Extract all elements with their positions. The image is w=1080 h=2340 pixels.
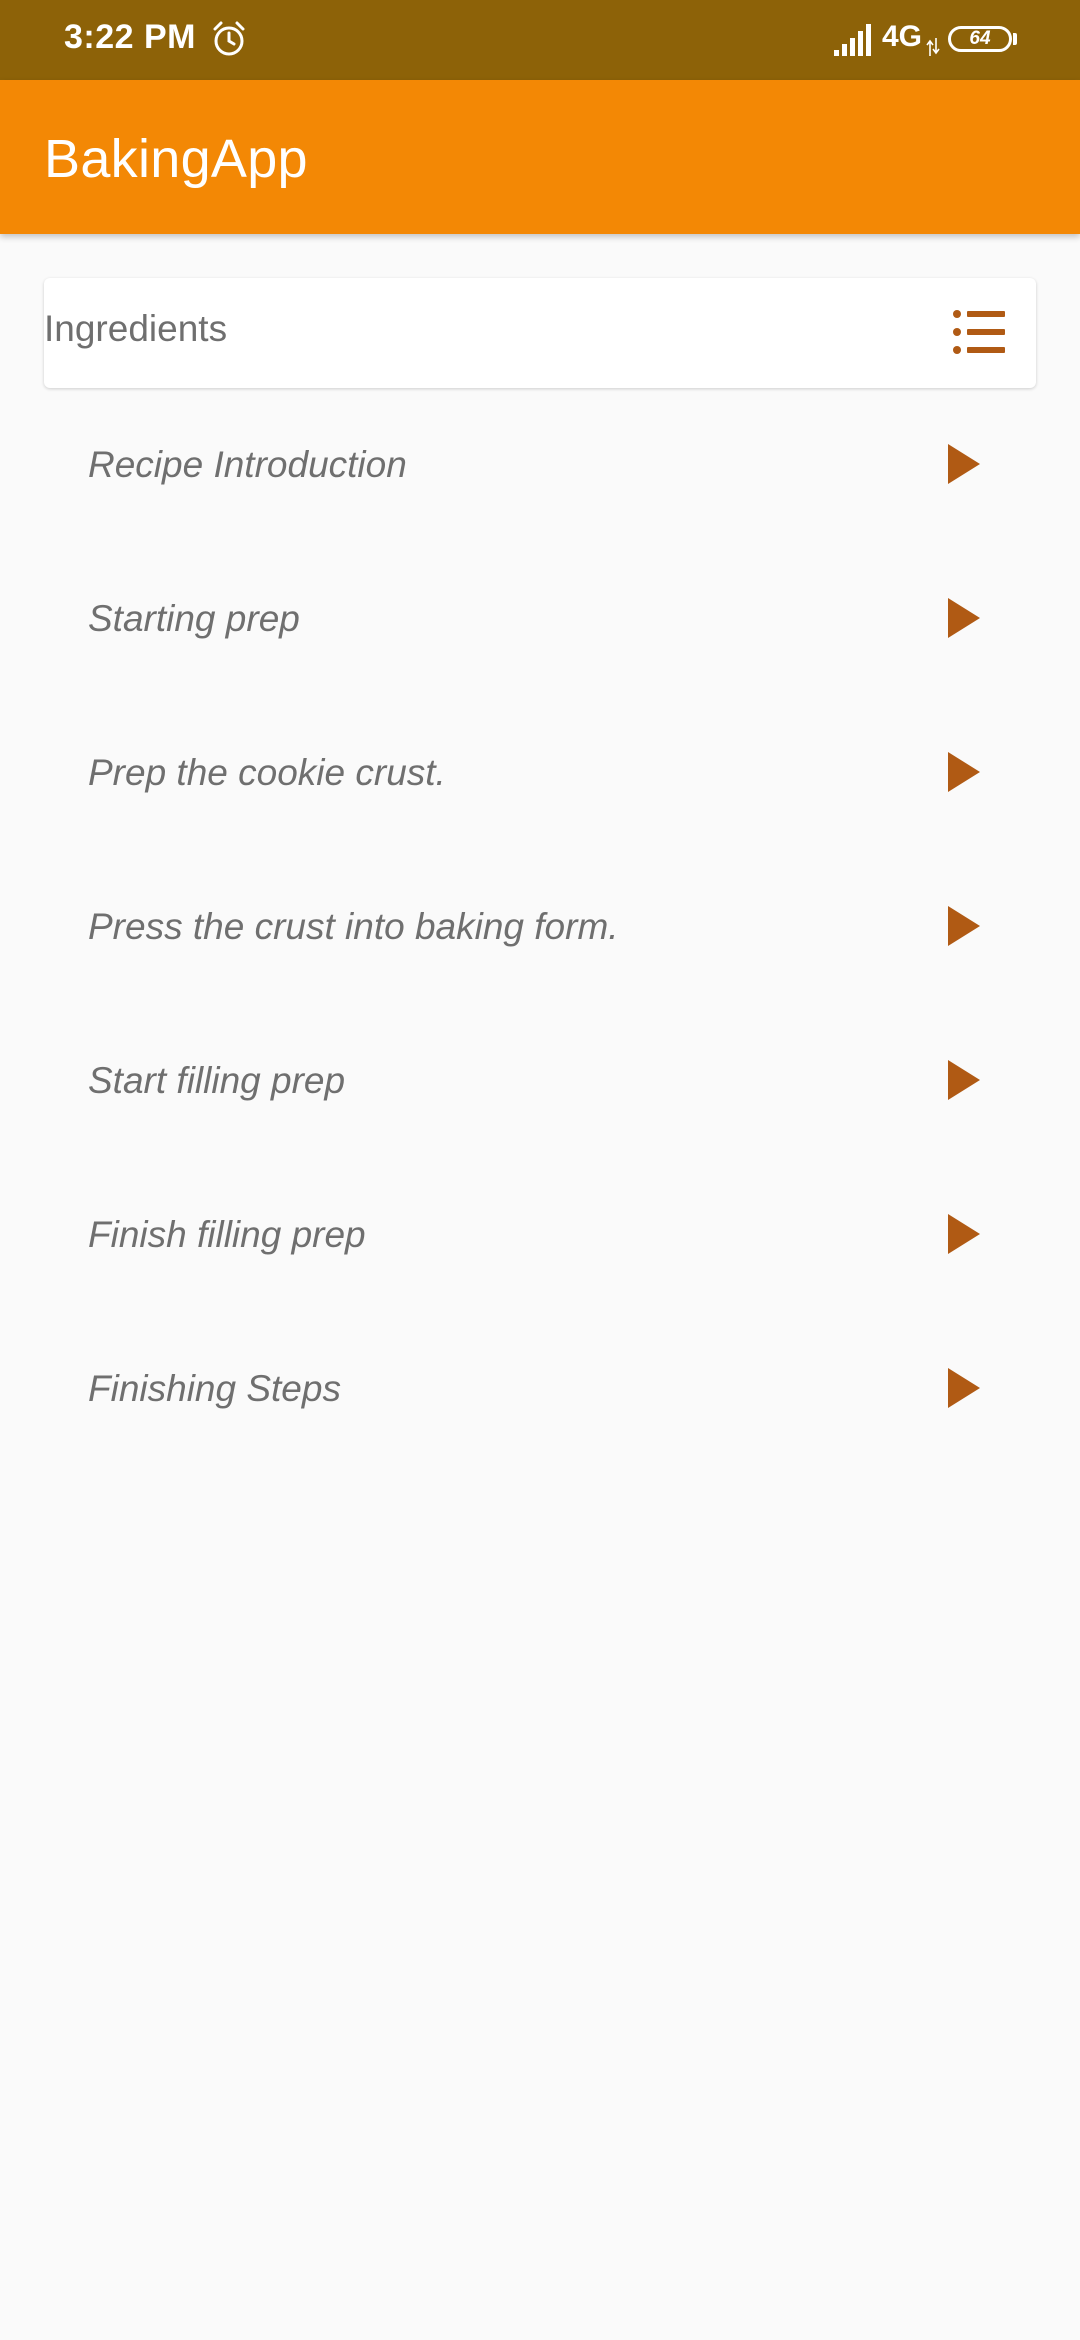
step-item-starting-prep[interactable]: Starting prep — [0, 554, 1080, 708]
battery-tip — [1013, 33, 1017, 45]
step-label: Start filling prep — [88, 1060, 346, 1101]
step-item-prep-cookie-crust[interactable]: Prep the cookie crust. — [0, 708, 1080, 862]
play-icon — [948, 1214, 980, 1254]
step-label: Recipe Introduction — [88, 444, 407, 485]
battery-level: 64 — [969, 28, 991, 49]
data-arrows-icon — [926, 38, 940, 56]
play-icon — [948, 752, 980, 792]
status-bar: 3:22 PM 4G 64 — [0, 0, 1080, 80]
step-item-recipe-introduction[interactable]: Recipe Introduction — [0, 400, 1080, 554]
ingredients-card[interactable]: Ingredients — [44, 278, 1036, 388]
step-label: Starting prep — [88, 598, 300, 639]
ingredients-label: Ingredients — [44, 308, 228, 349]
play-icon — [948, 444, 980, 484]
step-item-start-filling-prep[interactable]: Start filling prep — [0, 1016, 1080, 1170]
app-title: BakingApp — [44, 129, 308, 189]
steps-list: Recipe Introduction Starting prep Prep t… — [0, 400, 1080, 1478]
list-icon — [953, 310, 1005, 354]
play-icon — [948, 598, 980, 638]
step-label: Prep the cookie crust. — [88, 752, 446, 793]
play-icon — [948, 1060, 980, 1100]
app-bar: BakingApp — [0, 80, 1080, 234]
step-label: Press the crust into baking form. — [88, 906, 619, 947]
signal-icon — [834, 24, 871, 56]
step-item-finishing-steps[interactable]: Finishing Steps — [0, 1324, 1080, 1478]
alarm-icon — [213, 21, 245, 56]
battery-icon: 64 — [948, 26, 1012, 52]
step-label: Finishing Steps — [88, 1368, 341, 1409]
step-item-finish-filling-prep[interactable]: Finish filling prep — [0, 1170, 1080, 1324]
play-icon — [948, 1368, 980, 1408]
step-item-press-crust[interactable]: Press the crust into baking form. — [0, 862, 1080, 1016]
network-type: 4G — [882, 20, 923, 53]
status-time: 3:22 PM — [64, 18, 196, 56]
play-icon — [948, 906, 980, 946]
step-label: Finish filling prep — [88, 1214, 366, 1255]
